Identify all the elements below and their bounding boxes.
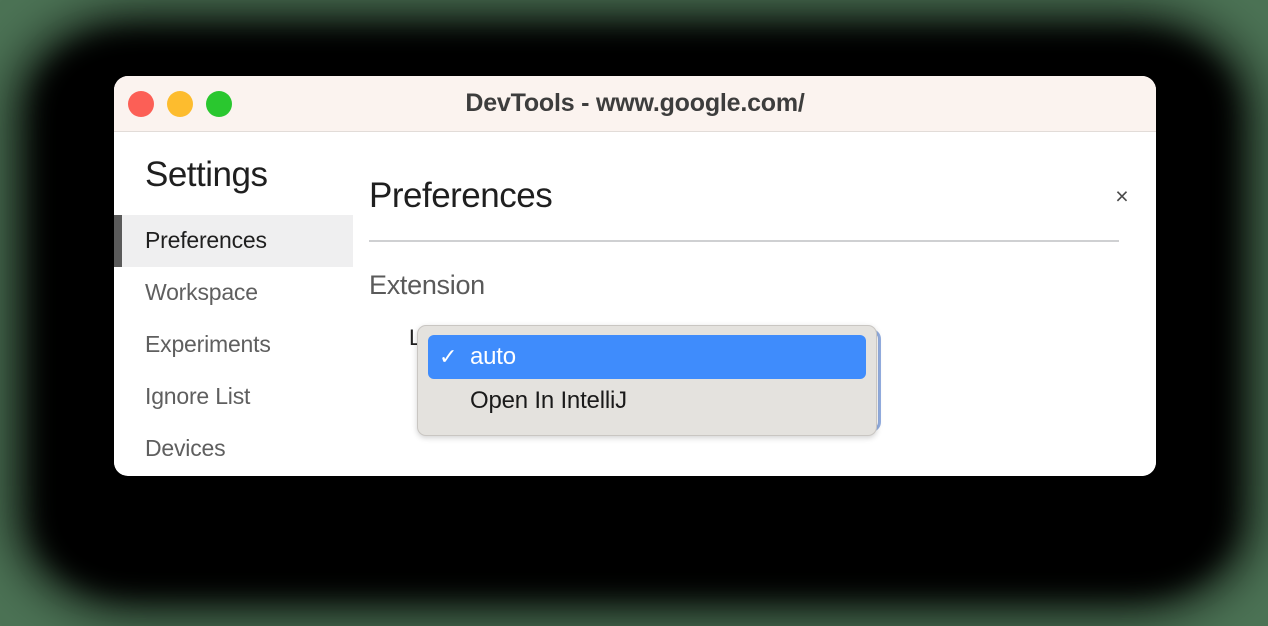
close-icon[interactable]: × [1108,182,1136,210]
sidebar-item-devices[interactable]: Devices [114,423,353,475]
sidebar-item-label: Workspace [145,279,258,305]
link-handling-select-popup-wrapper: ✓ auto ✓ Open In IntelliJ [417,325,881,436]
sidebar-heading: Settings [145,155,268,194]
select-option-auto[interactable]: ✓ auto [428,335,866,379]
title-divider [369,240,1119,242]
checkmark-icon: ✓ [439,344,458,369]
devtools-window: DevTools - www.google.com/ Settings Pref… [114,76,1156,476]
select-option-label: Open In IntelliJ [470,387,627,414]
sidebar-item-label: Ignore List [145,383,251,409]
sidebar-item-preferences[interactable]: Preferences [114,214,353,267]
select-option-label: auto [470,343,516,370]
window-title: DevTools - www.google.com/ [465,89,805,117]
sidebar-item-label: Preferences [145,227,267,253]
sidebar-item-experiments[interactable]: Experiments [114,319,353,371]
link-handling-select-menu[interactable]: ✓ auto ✓ Open In IntelliJ [417,325,877,436]
sidebar-nav-list: Preferences Workspace Experiments Ignore… [114,214,353,475]
sidebar-item-workspace[interactable]: Workspace [114,267,353,319]
maximize-window-button[interactable] [206,91,232,117]
select-option-open-in-intellij[interactable]: ✓ Open In IntelliJ [428,379,866,423]
close-window-button[interactable] [128,91,154,117]
checkmark-icon-placeholder: ✓ [439,390,470,412]
settings-content-pane: × Preferences Extension Link handling: ✓… [353,132,1156,475]
minimize-window-button[interactable] [167,91,193,117]
settings-sidebar: Settings Preferences Workspace Experimen… [114,132,353,475]
page-title: Preferences [369,176,553,215]
window-body: Settings Preferences Workspace Experimen… [114,132,1156,475]
sidebar-item-label: Devices [145,435,226,461]
sidebar-item-ignore-list[interactable]: Ignore List [114,371,353,423]
traffic-light-group [128,76,232,132]
sidebar-item-label: Experiments [145,331,271,357]
section-title-extension: Extension [369,270,485,300]
window-titlebar: DevTools - www.google.com/ [114,76,1156,132]
